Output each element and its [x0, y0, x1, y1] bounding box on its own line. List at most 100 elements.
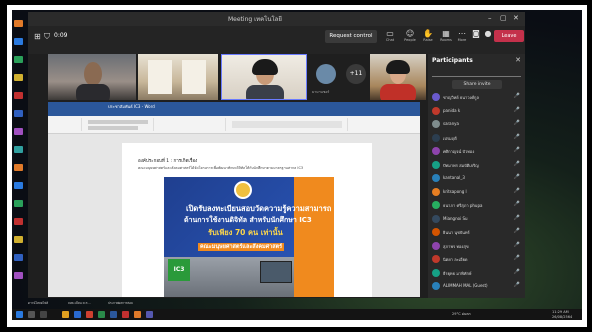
chat-button[interactable]: ▭ Chat: [380, 29, 400, 42]
people-button[interactable]: ☺ People: [400, 29, 420, 42]
ic3-badge: IC3: [168, 259, 190, 281]
ribbon-group: [156, 118, 226, 131]
edge-icon[interactable]: [74, 311, 81, 318]
chat-label: Chat: [385, 38, 395, 42]
format-buttons[interactable]: [88, 126, 138, 130]
app-icon[interactable]: [134, 311, 141, 318]
participant-row[interactable]: kritsapong l 🎤: [432, 187, 521, 198]
hand-icon: ✋: [423, 29, 433, 38]
word-icon[interactable]: [110, 311, 117, 318]
overflow-count[interactable]: +11: [346, 64, 366, 84]
room-window: [182, 60, 206, 94]
camera-button[interactable]: ◙: [470, 29, 482, 38]
mic-button[interactable]: ●: [482, 29, 494, 38]
app-icon[interactable]: [122, 311, 129, 318]
desktop-app-icon[interactable]: [14, 164, 23, 171]
participant-search-input[interactable]: [432, 68, 521, 77]
ribbon-group: [52, 118, 82, 131]
mic-muted-icon: 🎤: [513, 268, 520, 275]
participant-row[interactable]: ยินนา นุชจันทร์ 🎤: [432, 227, 521, 238]
participant-row[interactable]: saranya 🎤: [432, 119, 521, 130]
avatar: [432, 120, 440, 128]
desktop-app-icon[interactable]: [14, 38, 23, 45]
app-icon[interactable]: [98, 311, 105, 318]
search-icon[interactable]: [28, 311, 35, 318]
participant-row[interactable]: ศศิกาญจน์ บัวทอง 🎤: [432, 146, 521, 157]
desktop-app-icon[interactable]: [14, 128, 23, 135]
clock-date[interactable]: 26/08/2564: [552, 315, 572, 319]
participant-row[interactable]: Miangnoi Su 🎤: [432, 214, 521, 225]
teams-icon[interactable]: [146, 311, 153, 318]
participant-name: สุภาพร ทองสุข: [443, 243, 469, 249]
participant-body: [246, 85, 284, 99]
participant-name: ปัทมาพร สมบัติเจริญ: [443, 162, 479, 168]
avatar: [432, 214, 440, 223]
desktop-app-icon[interactable]: [14, 236, 23, 243]
grid-icon[interactable]: ⊞: [34, 32, 41, 41]
mic-muted-icon: 🎤: [513, 228, 520, 234]
desktop-app-icon[interactable]: [14, 182, 23, 189]
participant-name: ธีรยุทธ มาพิทักษ์: [443, 270, 472, 276]
taskbar: 29°C ฝนตก 11:29 AM 26/08/2564: [12, 309, 582, 320]
participant-row[interactable]: นิตยา ละเอียด 🎤: [432, 254, 521, 265]
desktop-app-icon[interactable]: [14, 218, 23, 225]
desktop-app-icon[interactable]: [14, 92, 23, 99]
desktop-app-icon[interactable]: [14, 56, 23, 63]
font-box[interactable]: [88, 120, 148, 124]
desktop-app-icon[interactable]: [14, 200, 23, 207]
mic-muted-icon: 🎤: [513, 174, 520, 180]
raise-hand-button[interactable]: ✋ Raise: [418, 29, 438, 42]
minimize-icon[interactable]: –: [488, 14, 492, 22]
file-label[interactable]: ลงทะเบียน IC3 ...: [68, 301, 91, 306]
doc-paragraph: คณะมนุษยศาสตร์และสังคมศาสตร์ได้จัดโครงกา…: [138, 166, 304, 170]
avatar: [432, 174, 440, 182]
desktop-app-icon[interactable]: [14, 146, 23, 153]
share-invite-button[interactable]: Share invite: [452, 80, 502, 89]
clock-time[interactable]: 11:29 AM: [552, 310, 569, 314]
desktop-app-icon[interactable]: [14, 254, 23, 261]
participant-row[interactable]: ชาญวิทย์ ธนาวงศ์กูล 🎤: [432, 92, 521, 103]
app-icon[interactable]: [86, 311, 93, 318]
video-tile[interactable]: [48, 54, 136, 100]
document-page[interactable]: องค์ประกอบที่ 1 : การเกิดเรื่อง คณะมนุษย…: [122, 143, 372, 297]
word-title: ประชาสัมพันธ์ IC3 - Word: [108, 104, 155, 109]
avatar: [432, 93, 440, 101]
task-view-icon[interactable]: [40, 311, 47, 318]
desktop-app-icon[interactable]: [14, 272, 23, 279]
desktop-app-icon[interactable]: [14, 110, 23, 117]
participant-row[interactable]: panida k 🎤: [432, 106, 521, 117]
styles-gallery[interactable]: [232, 121, 342, 128]
participant-row[interactable]: ธีรยุทธ มาพิทักษ์ 🎤: [432, 268, 521, 279]
file-explorer-icon[interactable]: [62, 311, 69, 318]
doc-heading: องค์ประกอบที่ 1 : การเกิดเรื่อง: [138, 159, 198, 164]
leave-button[interactable]: Leave: [494, 30, 524, 42]
desktop-app-icon[interactable]: [14, 74, 23, 81]
video-tile[interactable]: [138, 54, 218, 100]
avatar: [432, 133, 440, 142]
start-icon[interactable]: [16, 311, 23, 318]
participant-row[interactable]: ปัทมาพร สมบัติเจริญ 🎤: [432, 160, 521, 171]
avatar: [432, 268, 440, 277]
file-label[interactable]: ประกาศผลการสอบ: [108, 301, 133, 306]
university-logo: [234, 181, 252, 199]
participant-row[interactable]: สุภาพร ทองสุข 🎤: [432, 241, 521, 252]
request-control-button[interactable]: Request control: [325, 30, 377, 43]
weather-status[interactable]: 29°C ฝนตก: [452, 311, 471, 317]
close-icon[interactable]: ✕: [513, 14, 519, 22]
mic-icon: ●: [484, 29, 492, 38]
participant-row[interactable]: ALIMMAH MAL (Guest) 🎤: [432, 281, 521, 292]
desktop-app-icon[interactable]: [14, 20, 23, 27]
teams-window: Meeting เทคโนโลยี – ▢ ✕ ⊞ ⛉ 0:09 Request…: [28, 12, 525, 298]
participant-row[interactable]: ธนาภา ศรีสุภา phupa 🎤: [432, 200, 521, 211]
avatar[interactable]: [316, 64, 336, 84]
participant-row[interactable]: เปรมฤดี 🎤: [432, 133, 521, 144]
video-tile-active[interactable]: [221, 54, 307, 100]
more-button[interactable]: ⋯ More: [452, 29, 472, 42]
file-label[interactable]: ดาวน์โหลดไฟล์: [28, 301, 48, 306]
maximize-icon[interactable]: ▢: [500, 14, 507, 22]
participant-name: ธนาภา ศรีสุภา phupa: [443, 203, 483, 208]
poster-image[interactable]: เปิดรับลงทะเบียนสอบวัดความรู้ความสามารถ …: [164, 177, 334, 297]
close-panel-icon[interactable]: ✕: [515, 56, 521, 64]
video-tile[interactable]: [370, 54, 426, 100]
participant-row[interactable]: kantanal_3 🎤: [432, 173, 521, 184]
